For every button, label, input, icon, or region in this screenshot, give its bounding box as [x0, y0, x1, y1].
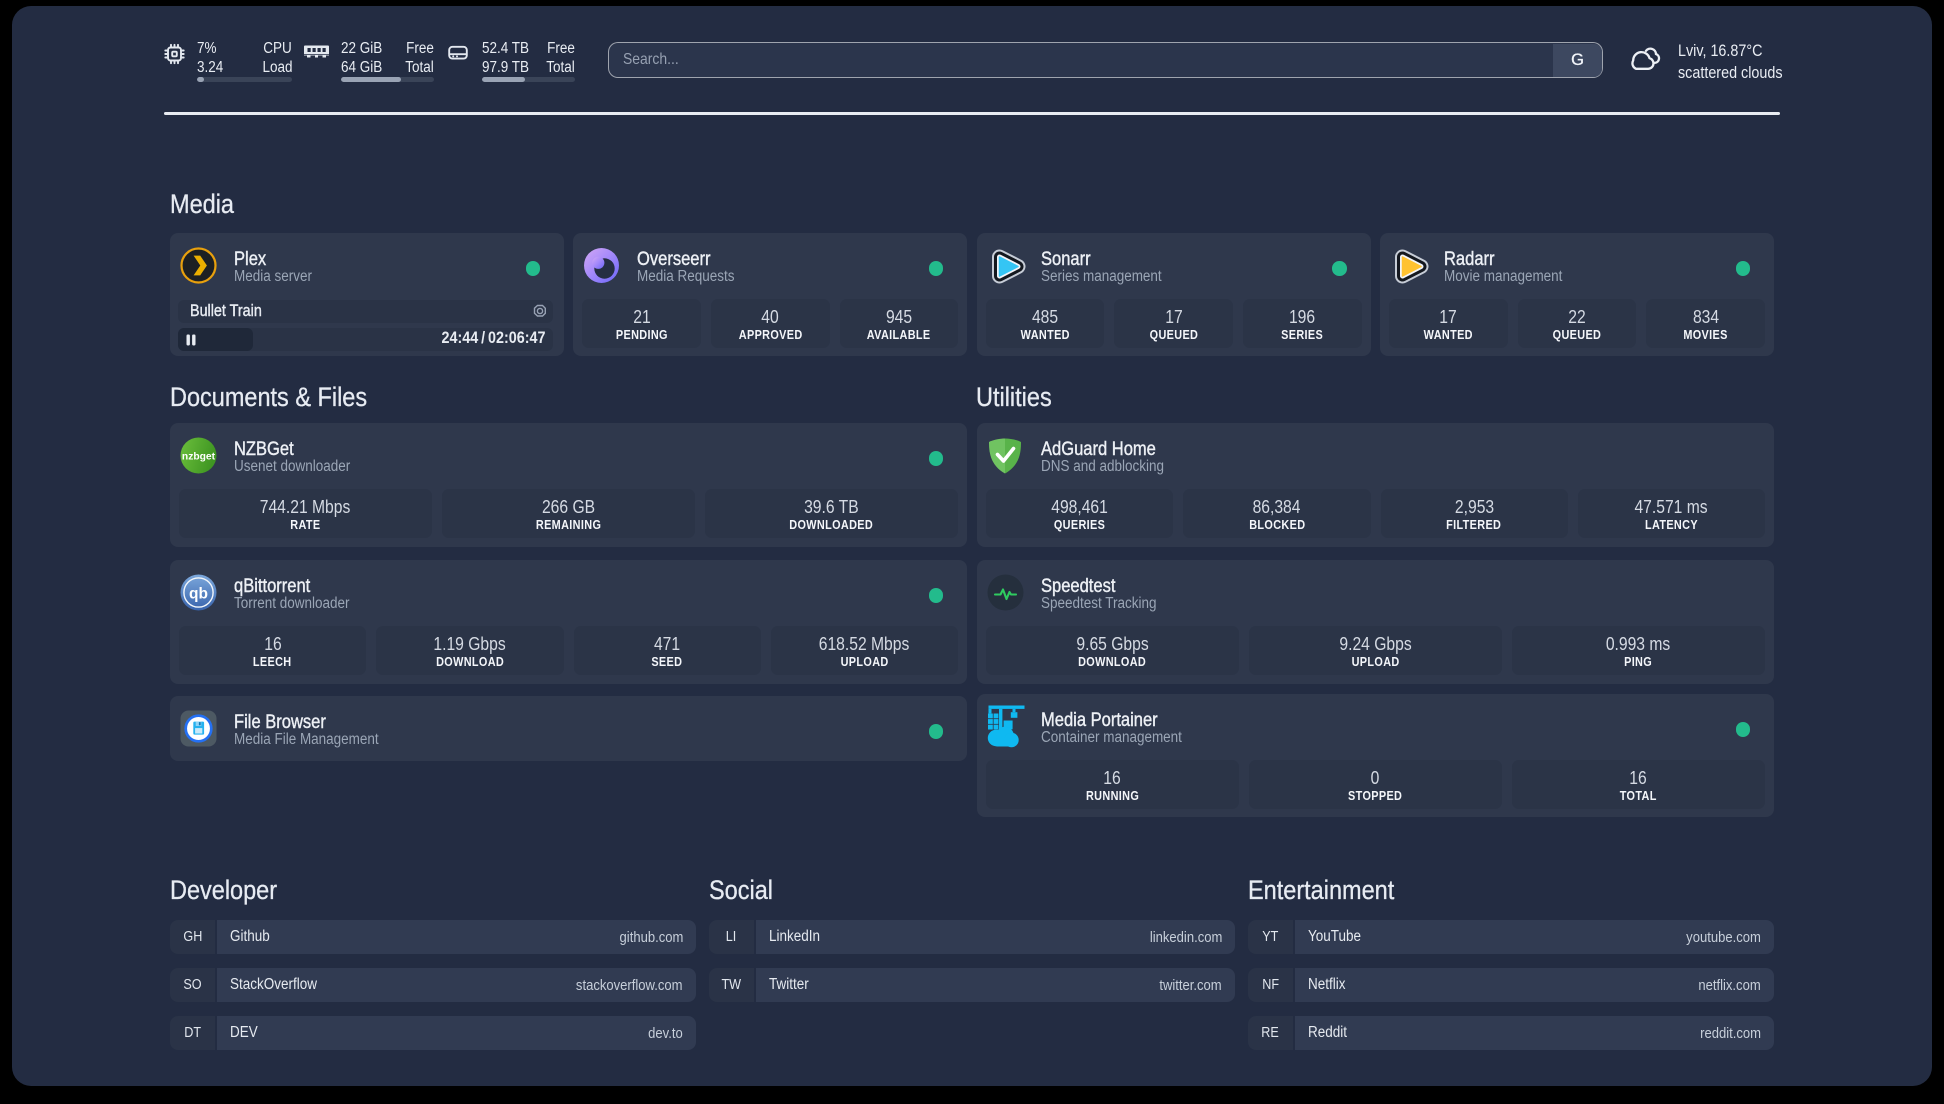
svg-text:qb: qb: [189, 586, 208, 603]
svg-text:nzbget: nzbget: [182, 452, 216, 463]
